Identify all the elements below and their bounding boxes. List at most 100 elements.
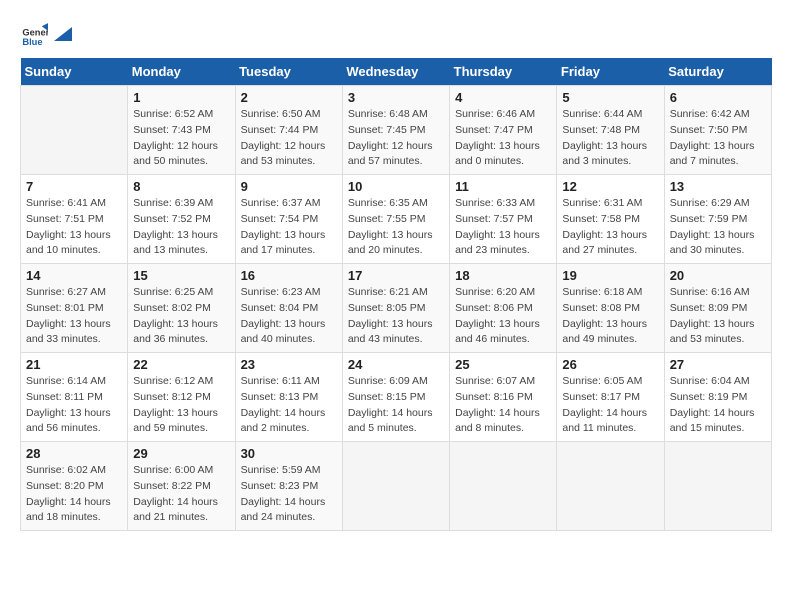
day-number: 30 (241, 446, 337, 461)
day-info: Sunrise: 6:37 AM Sunset: 7:54 PM Dayligh… (241, 196, 337, 259)
day-number: 3 (348, 90, 444, 105)
day-number: 29 (133, 446, 229, 461)
calendar-cell: 28 Sunrise: 6:02 AM Sunset: 8:20 PM Dayli… (21, 442, 128, 531)
day-info: Sunrise: 6:04 AM Sunset: 8:19 PM Dayligh… (670, 374, 766, 437)
calendar-cell: 29 Sunrise: 6:00 AM Sunset: 8:22 PM Dayli… (128, 442, 235, 531)
calendar-cell: 23 Sunrise: 6:11 AM Sunset: 8:13 PM Dayli… (235, 353, 342, 442)
calendar-cell: 7 Sunrise: 6:41 AM Sunset: 7:51 PM Daylig… (21, 175, 128, 264)
calendar-cell: 18Sunrise: 6:20 AM Sunset: 8:06 PM Dayli… (450, 264, 557, 353)
day-number: 23 (241, 357, 337, 372)
day-number: 26 (562, 357, 658, 372)
day-info: Sunrise: 6:46 AM Sunset: 7:47 PM Dayligh… (455, 107, 551, 170)
day-info: Sunrise: 6:00 AM Sunset: 8:22 PM Dayligh… (133, 463, 229, 526)
day-number: 5 (562, 90, 658, 105)
day-number: 28 (26, 446, 122, 461)
day-info: Sunrise: 6:48 AM Sunset: 7:45 PM Dayligh… (348, 107, 444, 170)
day-info: Sunrise: 6:23 AM Sunset: 8:04 PM Dayligh… (241, 285, 337, 348)
calendar-cell: 27Sunrise: 6:04 AM Sunset: 8:19 PM Dayli… (664, 353, 771, 442)
day-info: Sunrise: 6:52 AM Sunset: 7:43 PM Dayligh… (133, 107, 229, 170)
day-number: 2 (241, 90, 337, 105)
calendar-cell (342, 442, 449, 531)
day-number: 8 (133, 179, 229, 194)
day-info: Sunrise: 6:18 AM Sunset: 8:08 PM Dayligh… (562, 285, 658, 348)
calendar-cell: 2 Sunrise: 6:50 AM Sunset: 7:44 PM Daylig… (235, 86, 342, 175)
day-number: 16 (241, 268, 337, 283)
day-info: Sunrise: 6:41 AM Sunset: 7:51 PM Dayligh… (26, 196, 122, 259)
calendar-cell: 5 Sunrise: 6:44 AM Sunset: 7:48 PM Daylig… (557, 86, 664, 175)
day-number: 22 (133, 357, 229, 372)
calendar-cell (664, 442, 771, 531)
logo-triangle-icon (54, 27, 72, 41)
calendar-cell: 13Sunrise: 6:29 AM Sunset: 7:59 PM Dayli… (664, 175, 771, 264)
calendar-cell (557, 442, 664, 531)
day-info: Sunrise: 6:29 AM Sunset: 7:59 PM Dayligh… (670, 196, 766, 259)
logo-icon: General Blue (20, 20, 48, 48)
calendar-week-row: 7 Sunrise: 6:41 AM Sunset: 7:51 PM Daylig… (21, 175, 772, 264)
day-number: 25 (455, 357, 551, 372)
day-number: 7 (26, 179, 122, 194)
calendar-cell: 22Sunrise: 6:12 AM Sunset: 8:12 PM Dayli… (128, 353, 235, 442)
calendar-cell: 10 Sunrise: 6:35 AM Sunset: 7:55 PM Dayli… (342, 175, 449, 264)
logo: General Blue (20, 20, 72, 48)
calendar-cell: 21 Sunrise: 6:14 AM Sunset: 8:11 PM Dayli… (21, 353, 128, 442)
calendar-cell: 11 Sunrise: 6:33 AM Sunset: 7:57 PM Dayli… (450, 175, 557, 264)
day-number: 21 (26, 357, 122, 372)
day-info: Sunrise: 6:07 AM Sunset: 8:16 PM Dayligh… (455, 374, 551, 437)
day-number: 12 (562, 179, 658, 194)
day-number: 1 (133, 90, 229, 105)
calendar-cell: 14 Sunrise: 6:27 AM Sunset: 8:01 PM Dayli… (21, 264, 128, 353)
day-info: Sunrise: 5:59 AM Sunset: 8:23 PM Dayligh… (241, 463, 337, 526)
calendar-cell: 24Sunrise: 6:09 AM Sunset: 8:15 PM Dayli… (342, 353, 449, 442)
svg-text:Blue: Blue (22, 37, 42, 47)
day-info: Sunrise: 6:14 AM Sunset: 8:11 PM Dayligh… (26, 374, 122, 437)
day-info: Sunrise: 6:16 AM Sunset: 8:09 PM Dayligh… (670, 285, 766, 348)
day-info: Sunrise: 6:42 AM Sunset: 7:50 PM Dayligh… (670, 107, 766, 170)
calendar-cell: 6Sunrise: 6:42 AM Sunset: 7:50 PM Daylig… (664, 86, 771, 175)
calendar-cell (450, 442, 557, 531)
day-number: 18 (455, 268, 551, 283)
calendar-week-row: 1 Sunrise: 6:52 AM Sunset: 7:43 PM Daylig… (21, 86, 772, 175)
calendar-cell: 4 Sunrise: 6:46 AM Sunset: 7:47 PM Daylig… (450, 86, 557, 175)
day-number: 4 (455, 90, 551, 105)
day-info: Sunrise: 6:27 AM Sunset: 8:01 PM Dayligh… (26, 285, 122, 348)
calendar-table: SundayMondayTuesdayWednesdayThursdayFrid… (20, 58, 772, 531)
calendar-cell: 19Sunrise: 6:18 AM Sunset: 8:08 PM Dayli… (557, 264, 664, 353)
day-info: Sunrise: 6:33 AM Sunset: 7:57 PM Dayligh… (455, 196, 551, 259)
calendar-cell: 15 Sunrise: 6:25 AM Sunset: 8:02 PM Dayli… (128, 264, 235, 353)
calendar-cell: 17 Sunrise: 6:21 AM Sunset: 8:05 PM Dayli… (342, 264, 449, 353)
day-info: Sunrise: 6:35 AM Sunset: 7:55 PM Dayligh… (348, 196, 444, 259)
calendar-cell: 1 Sunrise: 6:52 AM Sunset: 7:43 PM Daylig… (128, 86, 235, 175)
header-sunday: Sunday (21, 58, 128, 86)
header-tuesday: Tuesday (235, 58, 342, 86)
day-number: 24 (348, 357, 444, 372)
page-header: General Blue (20, 20, 772, 48)
calendar-week-row: 14 Sunrise: 6:27 AM Sunset: 8:01 PM Dayli… (21, 264, 772, 353)
day-number: 17 (348, 268, 444, 283)
day-info: Sunrise: 6:25 AM Sunset: 8:02 PM Dayligh… (133, 285, 229, 348)
calendar-header-row: SundayMondayTuesdayWednesdayThursdayFrid… (21, 58, 772, 86)
svg-text:General: General (22, 28, 48, 38)
calendar-cell (21, 86, 128, 175)
day-info: Sunrise: 6:39 AM Sunset: 7:52 PM Dayligh… (133, 196, 229, 259)
calendar-cell: 16 Sunrise: 6:23 AM Sunset: 8:04 PM Dayli… (235, 264, 342, 353)
day-info: Sunrise: 6:44 AM Sunset: 7:48 PM Dayligh… (562, 107, 658, 170)
day-info: Sunrise: 6:31 AM Sunset: 7:58 PM Dayligh… (562, 196, 658, 259)
header-saturday: Saturday (664, 58, 771, 86)
day-number: 11 (455, 179, 551, 194)
day-number: 15 (133, 268, 229, 283)
day-number: 10 (348, 179, 444, 194)
calendar-cell: 8 Sunrise: 6:39 AM Sunset: 7:52 PM Daylig… (128, 175, 235, 264)
day-info: Sunrise: 6:11 AM Sunset: 8:13 PM Dayligh… (241, 374, 337, 437)
day-info: Sunrise: 6:02 AM Sunset: 8:20 PM Dayligh… (26, 463, 122, 526)
day-info: Sunrise: 6:05 AM Sunset: 8:17 PM Dayligh… (562, 374, 658, 437)
calendar-week-row: 21 Sunrise: 6:14 AM Sunset: 8:11 PM Dayli… (21, 353, 772, 442)
day-number: 14 (26, 268, 122, 283)
calendar-week-row: 28 Sunrise: 6:02 AM Sunset: 8:20 PM Dayli… (21, 442, 772, 531)
header-thursday: Thursday (450, 58, 557, 86)
day-number: 9 (241, 179, 337, 194)
day-number: 20 (670, 268, 766, 283)
calendar-cell: 20 Sunrise: 6:16 AM Sunset: 8:09 PM Dayli… (664, 264, 771, 353)
day-info: Sunrise: 6:50 AM Sunset: 7:44 PM Dayligh… (241, 107, 337, 170)
day-info: Sunrise: 6:21 AM Sunset: 8:05 PM Dayligh… (348, 285, 444, 348)
calendar-cell: 9 Sunrise: 6:37 AM Sunset: 7:54 PM Daylig… (235, 175, 342, 264)
